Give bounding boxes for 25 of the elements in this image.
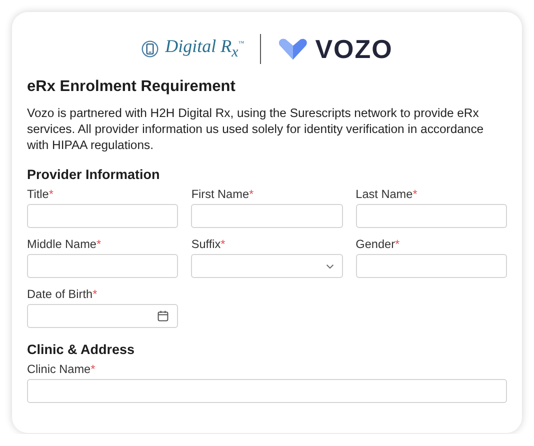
- section-title: Clinic & Address: [27, 342, 136, 357]
- form-heading: eRx Enrolment Requirement: [27, 78, 236, 96]
- chevron-down-icon: [326, 264, 334, 268]
- phone-logo-icon: [141, 40, 160, 58]
- field-label: First Name*: [191, 187, 255, 201]
- input-field[interactable]: [191, 204, 343, 228]
- field-label: Last Name*: [356, 187, 418, 201]
- field-label: Date of Birth*: [27, 287, 98, 301]
- brand-logo: VOZO: [315, 34, 393, 64]
- field-label: Middle Name*: [27, 237, 102, 251]
- input-field[interactable]: [27, 379, 507, 403]
- input-field[interactable]: [27, 204, 178, 228]
- field-label: Clinic Name*: [27, 362, 96, 376]
- field-label: Suffix*: [191, 237, 226, 251]
- input-field[interactable]: [356, 254, 507, 278]
- date-field[interactable]: [27, 304, 178, 328]
- field-label: Title*: [27, 187, 54, 201]
- section-title: Provider Information: [27, 167, 161, 182]
- field-label: Gender*: [356, 237, 401, 251]
- calendar-icon[interactable]: [157, 310, 170, 322]
- input-field[interactable]: [356, 204, 507, 228]
- input-field[interactable]: [27, 254, 178, 278]
- dropdown-field[interactable]: [191, 254, 343, 278]
- heart-logo-icon: [277, 36, 310, 62]
- intro-paragraph: Vozo is partnered with H2H Digital Rx, using the Surescripts network to provide eRx services. All provider information us used solely for identity verification in accordance with HIPAA regulations.: [27, 105, 485, 153]
